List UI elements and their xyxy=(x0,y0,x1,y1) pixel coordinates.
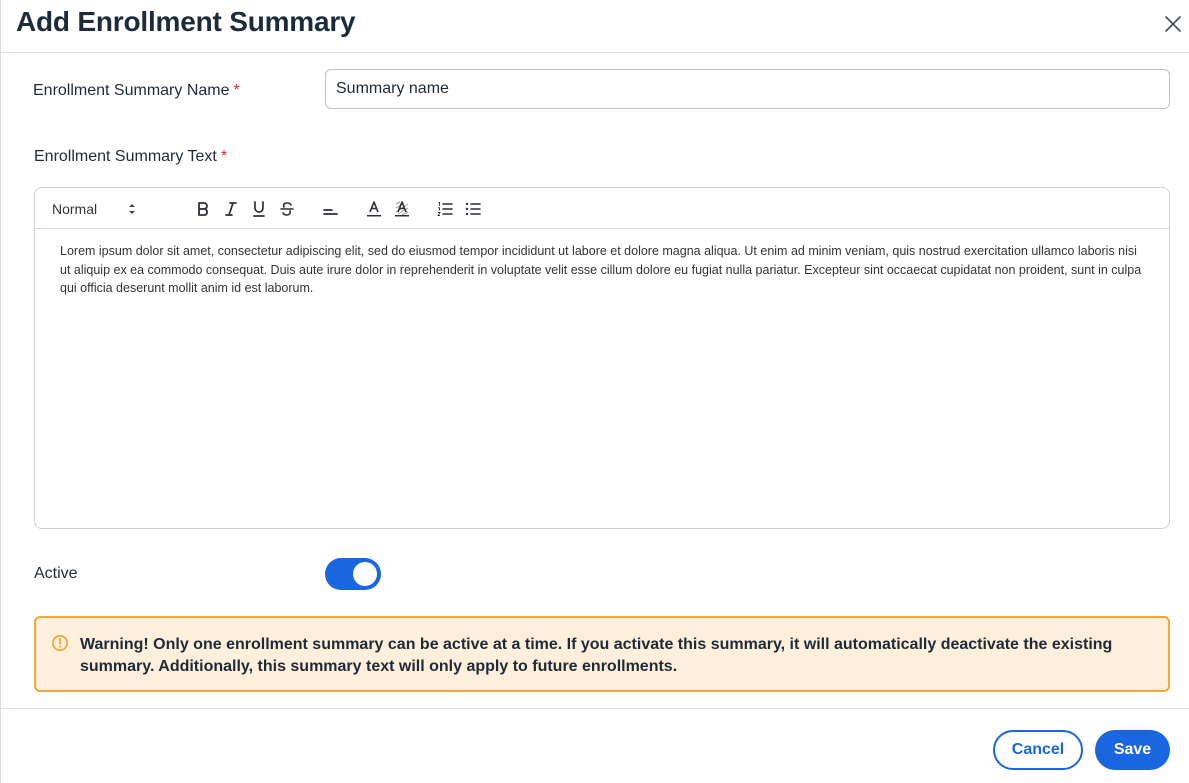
summary-name-label: Enrollment Summary Name * xyxy=(33,82,240,100)
align-icon xyxy=(323,209,338,215)
ordered-list-button[interactable] xyxy=(436,200,454,218)
bullet-list-button[interactable] xyxy=(464,200,482,218)
strikethrough-button[interactable] xyxy=(278,200,296,218)
summary-text-label-text: Enrollment Summary Text xyxy=(34,148,217,165)
format-select[interactable]: Normal xyxy=(51,199,139,219)
summary-text-label: Enrollment Summary Text * xyxy=(34,148,227,166)
warning-icon xyxy=(52,635,68,651)
editor-toolbar: Normal xyxy=(35,188,1169,229)
bullet-list-icon xyxy=(465,202,481,216)
required-marker: * xyxy=(233,82,240,99)
active-label: Active xyxy=(34,565,78,582)
align-button[interactable] xyxy=(321,200,339,218)
warning-alert: Warning! Only one enrollment summary can… xyxy=(34,616,1170,692)
summary-name-input[interactable] xyxy=(325,69,1170,109)
underline-icon xyxy=(253,201,265,217)
close-icon xyxy=(1165,16,1181,32)
warning-text: Warning! Only one enrollment summary can… xyxy=(80,636,1113,675)
dialog-footer: Cancel Save xyxy=(1,708,1189,783)
up-down-arrows-icon xyxy=(129,204,135,214)
ordered-list-icon xyxy=(437,202,453,216)
toggle-knob xyxy=(353,562,377,586)
background-color-button[interactable] xyxy=(393,200,411,218)
dialog-header: Add Enrollment Summary xyxy=(1,0,1189,53)
rich-text-editor: Normal Lorem ipsum dolor sit amet, conse… xyxy=(34,187,1170,529)
editor-content[interactable]: Lorem ipsum dolor sit amet, consectetur … xyxy=(60,242,1150,298)
strikethrough-icon xyxy=(280,202,294,216)
format-select-value: Normal xyxy=(52,201,98,217)
add-enrollment-summary-dialog: Add Enrollment Summary Enrollment Summar… xyxy=(0,0,1189,783)
summary-name-label-text: Enrollment Summary Name xyxy=(33,82,230,99)
close-button[interactable] xyxy=(1161,12,1185,36)
background-color-icon xyxy=(395,201,409,217)
active-toggle[interactable] xyxy=(325,558,381,590)
text-color-icon xyxy=(367,201,381,217)
required-marker: * xyxy=(220,148,228,165)
italic-button[interactable] xyxy=(222,200,240,218)
italic-icon xyxy=(225,202,237,216)
bold-icon xyxy=(198,202,208,216)
text-color-button[interactable] xyxy=(365,200,383,218)
cancel-button[interactable]: Cancel xyxy=(993,730,1083,770)
save-button[interactable]: Save xyxy=(1095,730,1170,770)
dialog-title: Add Enrollment Summary xyxy=(16,6,356,37)
bold-button[interactable] xyxy=(194,200,212,218)
underline-button[interactable] xyxy=(250,200,268,218)
